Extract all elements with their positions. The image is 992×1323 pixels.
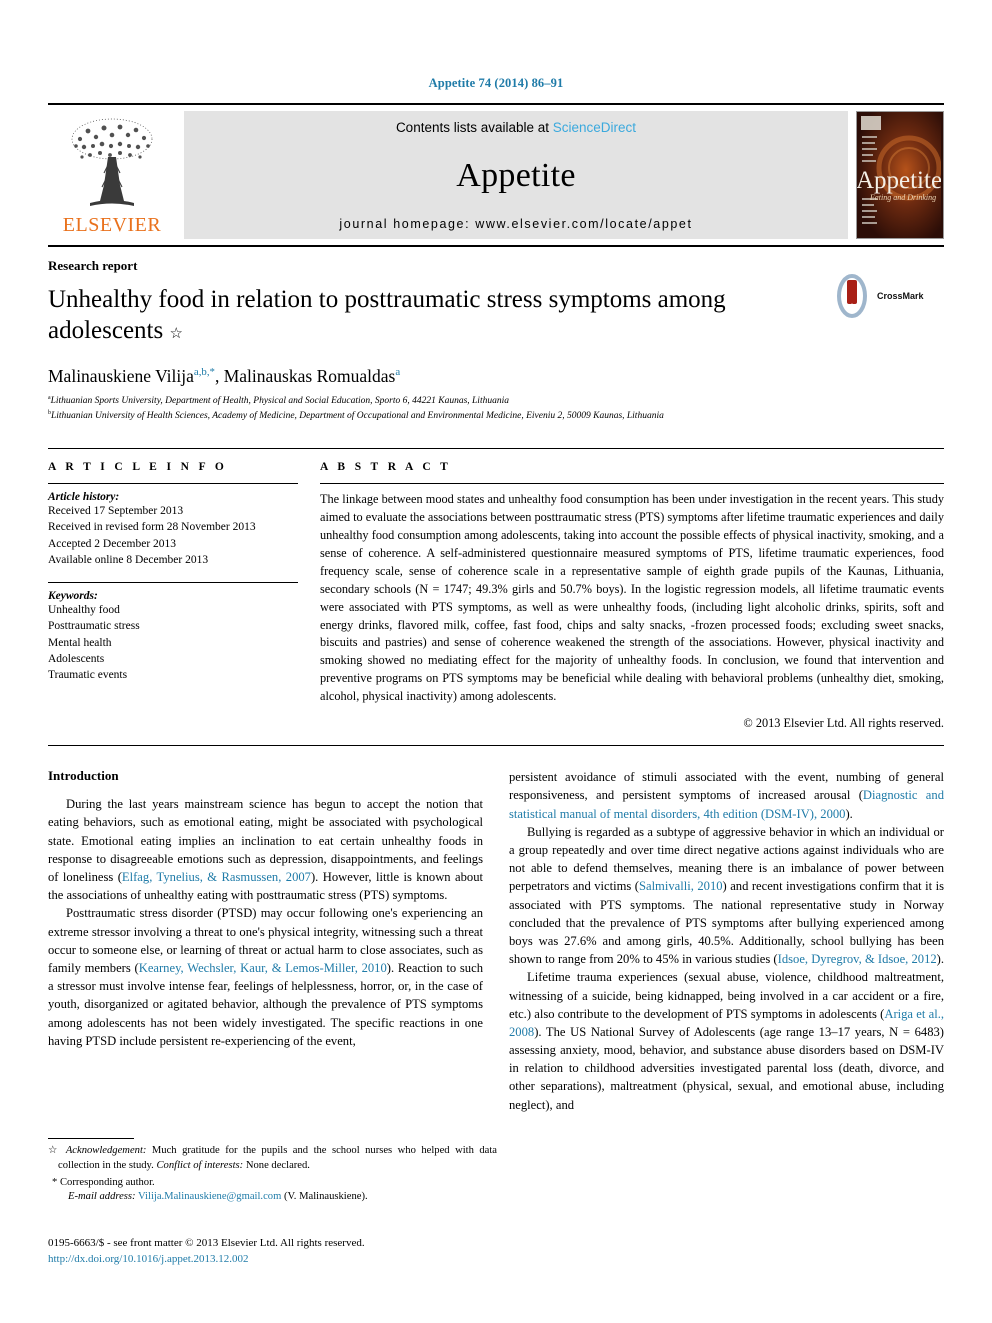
article-header: Research report Unhealthy food in relati… <box>48 247 944 424</box>
svg-text:Appetite: Appetite <box>857 167 941 194</box>
masthead-center-panel: Contents lists available at ScienceDirec… <box>184 111 848 239</box>
keywords-label: Keywords: <box>48 590 98 603</box>
contents-prefix: Contents lists available at <box>395 120 553 135</box>
crossmark-label: CrossMark <box>877 291 924 301</box>
paragraph-text-tail: ). <box>936 952 945 967</box>
citation-link[interactable]: Elfag, Tynelius, & Rasmussen, 2007 <box>122 870 311 884</box>
abstract-column: A B S T R A C T The linkage between mood… <box>320 461 944 731</box>
body-columns: Introduction During the last years mains… <box>48 768 944 1114</box>
introduction-heading: Introduction <box>48 768 119 784</box>
history-revised: Received in revised form 28 November 201… <box>48 521 256 534</box>
elsevier-logo: ELSEVIER <box>48 111 176 239</box>
paragraph-text-tail: ). <box>845 806 853 821</box>
paper-page: Appetite 74 (2014) 86–91 ELSEVIER Conten… <box>0 0 992 1323</box>
footnote-marker: ☆ <box>48 1145 61 1156</box>
elsevier-tree-icon <box>71 118 153 206</box>
keyword-item: Adolescents <box>48 653 105 666</box>
paragraph: Posttraumatic stress disorder (PTSD) may… <box>48 904 483 1050</box>
abstract-bottom-rule <box>48 745 944 747</box>
author-name-1: Malinauskiene Vilija <box>48 366 194 386</box>
journal-cover-thumbnail: Appetite Eating and Drinking <box>856 111 944 239</box>
doi-link[interactable]: http://dx.doi.org/10.1016/j.appet.2013.1… <box>48 1252 528 1268</box>
email-suffix: (V. Malinauskiene). <box>281 1191 368 1203</box>
citation-link[interactable]: Idsoe, Dyregrov, & Idsoe, 2012 <box>778 952 937 966</box>
abstract-heading: A B S T R A C T <box>320 460 452 473</box>
email-label: E-mail address: <box>68 1191 136 1203</box>
footer-block: 0195-6663/$ - see front matter © 2013 El… <box>48 1236 528 1267</box>
footnote-block: ☆ Acknowledgement: Much gratitude for th… <box>48 1138 497 1205</box>
history-received: Received 17 September 2013 <box>48 504 184 517</box>
crossmark-badge[interactable]: CrossMark <box>832 273 944 319</box>
abstract-copyright: © 2013 Elsevier Ltd. All rights reserved… <box>743 716 944 731</box>
paragraph: Bullying is regarded as a subtype of agg… <box>509 823 944 969</box>
page-title: Unhealthy food in relation to posttrauma… <box>48 285 828 346</box>
author-marks-1: a,b,* <box>193 366 215 379</box>
article-type: Research report <box>48 258 138 273</box>
affiliation-b: bLithuanian University of Health Science… <box>48 409 944 424</box>
corresponding-marker: * <box>52 1176 58 1188</box>
article-history-label: Article history: <box>48 490 120 503</box>
keyword-item: Mental health <box>48 636 112 649</box>
author-marks-2: a <box>395 366 401 379</box>
paragraph: During the last years mainstream science… <box>48 795 483 904</box>
paragraph-text: Lifetime trauma experiences (sexual abus… <box>509 970 944 1021</box>
running-head: Appetite 74 (2014) 86–91 <box>428 76 564 90</box>
paragraph: Lifetime trauma experiences (sexual abus… <box>509 968 944 1114</box>
info-abstract-region: A R T I C L E I N F O Article history: R… <box>48 447 944 731</box>
keyword-item: Traumatic events <box>48 669 128 682</box>
keyword-item: Posttraumatic stress <box>48 620 140 633</box>
elsevier-wordmark: ELSEVIER <box>62 214 162 236</box>
sciencedirect-link[interactable]: ScienceDirect <box>553 120 636 135</box>
footnote-acknowledgement: ☆ Acknowledgement: Much gratitude for th… <box>48 1144 497 1174</box>
article-info-heading: A R T I C L E I N F O <box>48 460 228 473</box>
affiliation-text-a: Lithuanian Sports University, Department… <box>50 396 509 407</box>
affiliation-list: aLithuanian Sports University, Departmen… <box>48 394 944 424</box>
citation-link[interactable]: Kearney, Wechsler, Kaur, & Lemos-Miller,… <box>139 961 387 975</box>
footnote-email: E-mail address: Vilija.Malinauskiene@gma… <box>48 1190 497 1205</box>
author-list: Malinauskiene Vilijaa,b,*, Malinauskas R… <box>48 366 401 386</box>
footnote-corresponding-author: * Corresponding author. <box>48 1176 497 1191</box>
contents-available-line: Contents lists available at ScienceDirec… <box>396 120 636 135</box>
article-info-column: A R T I C L E I N F O Article history: R… <box>48 461 298 731</box>
corresponding-text: Corresponding author. <box>59 1176 155 1188</box>
citation-link[interactable]: Salmivalli, 2010 <box>639 879 723 893</box>
affiliation-a: aLithuanian Sports University, Departmen… <box>48 394 944 409</box>
history-online: Available online 8 December 2013 <box>48 553 209 566</box>
conflict-text: None declared. <box>243 1159 310 1171</box>
keywords-rule <box>48 582 298 584</box>
author-name-2: Malinauskas Romualdas <box>223 366 396 386</box>
paper-title-text: Unhealthy food in relation to posttrauma… <box>48 286 726 344</box>
affiliation-text-b: Lithuanian University of Health Sciences… <box>50 411 664 422</box>
abstract-text: The linkage between mood states and unhe… <box>320 491 944 704</box>
cover-artwork: Appetite Eating and Drinking <box>857 112 942 238</box>
title-footnote-marker: ☆ <box>169 325 183 342</box>
abstract-rule <box>320 482 944 484</box>
footnote-rule <box>48 1138 134 1139</box>
journal-title: Appetite <box>456 157 576 194</box>
acknowledgement-label: Acknowledgement: <box>65 1145 147 1156</box>
crossmark-icon <box>837 274 867 318</box>
article-info-rule <box>48 482 298 484</box>
paragraph: persistent avoidance of stimuli associat… <box>509 768 944 823</box>
svg-text:Eating and Drinking: Eating and Drinking <box>869 193 936 202</box>
email-link[interactable]: Vilija.Malinauskiene@gmail.com <box>138 1191 281 1202</box>
issn-line: 0195-6663/$ - see front matter © 2013 El… <box>48 1237 365 1249</box>
history-accepted: Accepted 2 December 2013 <box>48 537 177 550</box>
journal-homepage[interactable]: journal homepage: www.elsevier.com/locat… <box>339 217 692 231</box>
journal-masthead: ELSEVIER Contents lists available at Sci… <box>48 103 944 239</box>
right-column: persistent avoidance of stimuli associat… <box>509 768 944 1114</box>
keyword-item: Unhealthy food <box>48 604 120 617</box>
conflict-label: Conflict of interests: <box>156 1159 244 1171</box>
paragraph-text-tail: ). The US National Survey of Adolescents… <box>509 1024 944 1112</box>
left-column: Introduction During the last years mains… <box>48 768 483 1114</box>
